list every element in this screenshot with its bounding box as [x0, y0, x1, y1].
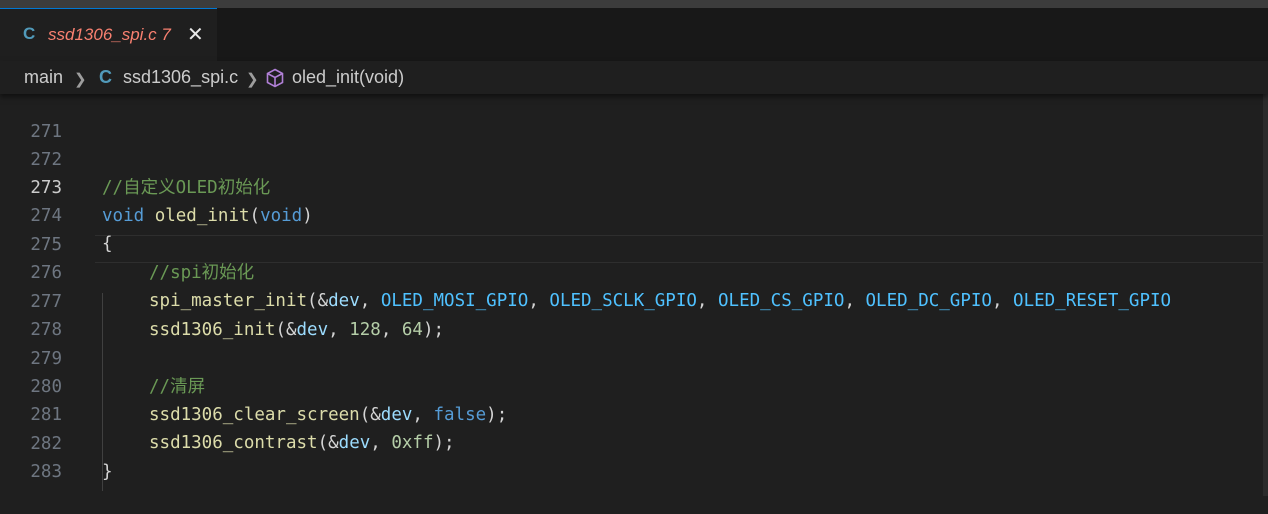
code-line: 273 void oled_init(void) — [0, 146, 1268, 226]
code-line: 271 — [0, 90, 1268, 142]
line-number: 283 — [30, 462, 62, 482]
breadcrumb-folder[interactable]: main — [24, 67, 63, 88]
code-line: 278 — [0, 288, 1268, 340]
breadcrumb: main ❯ C ssd1306_spi.c ❯ oled_init(void) — [0, 61, 1268, 94]
title-bar — [0, 0, 1268, 8]
code-line: 279 //清屏 — [0, 317, 1268, 397]
tab-strip: C ssd1306_spi.c 7 ✕ — [0, 8, 1268, 61]
tab-label: ssd1306_spi.c 7 — [48, 25, 171, 45]
code-line: 283 — [0, 430, 1268, 482]
c-file-icon: C — [23, 24, 36, 43]
code-line: 272 //自定义OLED初始化 — [0, 118, 1268, 198]
problem-count: 7 — [161, 25, 171, 44]
code-editor[interactable]: 271 272 //自定义OLED初始化 273 void oled_init(… — [0, 90, 1268, 510]
code-line: 275 //spi初始化 — [0, 203, 1268, 283]
code-line: 276 spi_master_init(&dev, OLED_MOSI_GPIO… — [0, 231, 1268, 311]
code-line: 282 } — [0, 402, 1268, 482]
code-line: 277 ssd1306_init(&dev, 128, 64); — [0, 260, 1268, 340]
vertical-scrollbar[interactable] — [1263, 94, 1268, 496]
code-line: 280 ssd1306_clear_screen(&dev, false); — [0, 345, 1268, 425]
breadcrumb-file[interactable]: ssd1306_spi.c — [123, 67, 238, 88]
code-line: 281 ssd1306_contrast(&dev, 0xff); — [0, 373, 1268, 453]
tab-filename: ssd1306_spi.c — [48, 25, 157, 44]
c-file-icon: C — [99, 67, 112, 87]
close-icon[interactable]: ✕ — [187, 22, 204, 47]
method-cube-icon — [266, 68, 284, 88]
tab-ssd1306-spi[interactable]: C ssd1306_spi.c 7 ✕ — [0, 8, 217, 61]
chevron-right-icon: ❯ — [74, 71, 87, 88]
chevron-right-icon: ❯ — [246, 71, 259, 88]
code-text: } — [102, 462, 113, 482]
code-line: 274 { — [0, 174, 1268, 254]
breadcrumb-symbol[interactable]: oled_init(void) — [292, 67, 404, 88]
